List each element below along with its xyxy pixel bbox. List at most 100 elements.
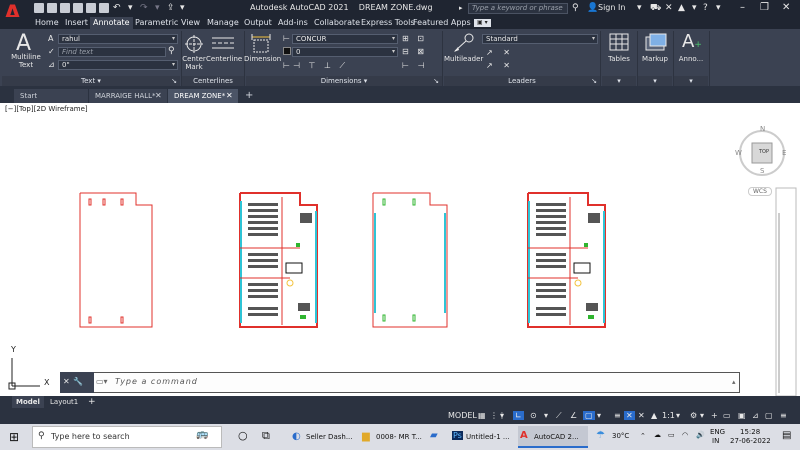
doc-tab-start[interactable]: Start <box>14 89 88 103</box>
clock-date[interactable]: 27-06-2022 <box>730 437 771 445</box>
doc-tab-close-icon[interactable]: ✕ <box>226 89 233 103</box>
help-dropdown-icon[interactable]: ▾ <box>716 3 721 13</box>
dimension-icon[interactable] <box>250 34 272 54</box>
text-style-select[interactable]: rahul ▾ <box>58 34 178 44</box>
object-snap-icon[interactable]: ▢ <box>583 411 595 420</box>
leader-style-select[interactable]: Standard ▾ <box>482 34 598 44</box>
notifications-icon[interactable]: ▤ <box>782 430 791 441</box>
tab-output[interactable]: Output <box>241 17 275 29</box>
windows-start-icon[interactable]: ⊞ <box>9 430 19 444</box>
cortana-icon[interactable]: ○ <box>238 429 248 442</box>
annotation-visibility-icon[interactable]: ✕ <box>624 411 635 420</box>
snap-dropdown-icon[interactable]: ▾ <box>500 411 504 420</box>
minimize-icon[interactable]: – <box>740 2 745 13</box>
dim-tools-right2-icon[interactable]: ⊟ ⊠ <box>402 47 427 56</box>
multileader-icon[interactable] <box>452 33 474 53</box>
save-as-icon[interactable] <box>73 3 83 13</box>
taskbar-app-pinned-icon[interactable]: ▰ <box>430 430 438 441</box>
search-icon[interactable]: ⚲ <box>572 3 579 13</box>
auto-scale-icon[interactable]: ✕ <box>638 411 645 420</box>
new-tab-icon[interactable]: + <box>245 89 253 103</box>
customize-command-icon[interactable]: 🔧 <box>73 377 83 386</box>
new-file-icon[interactable] <box>34 3 44 13</box>
units-icon[interactable]: ▭ <box>723 411 731 420</box>
workspace-icon[interactable]: ⚙ <box>690 411 697 420</box>
center-mark-label[interactable]: Center <box>181 55 207 63</box>
taskbar-app-explorer[interactable]: 0008- MR T... <box>360 426 428 448</box>
search-highlight-icon[interactable]: 🚌 <box>196 429 208 440</box>
text-angle-input[interactable]: 0" ▾ <box>58 60 178 70</box>
annotation-scaling-label[interactable]: Anno... <box>674 55 708 63</box>
dim-tools-right3-icon[interactable]: ⊢ ⊣ <box>402 61 427 70</box>
dimensions-panel-label[interactable]: Dimensions ▾ ↘ <box>246 76 442 86</box>
lock-ui-icon[interactable]: ⊿ <box>752 411 759 420</box>
object-snap-dropdown-icon[interactable]: ▾ <box>597 411 601 420</box>
grid-icon[interactable]: ▦ <box>478 411 486 420</box>
quick-properties-icon[interactable]: ▣ <box>738 411 746 420</box>
dimensions-panel-launcher-icon[interactable]: ↘ <box>433 76 439 86</box>
tab-collaborate[interactable]: Collaborate <box>311 17 363 29</box>
task-view-icon[interactable]: ⧉ <box>262 429 270 443</box>
center-mark-label-2[interactable]: Mark <box>181 63 207 71</box>
temperature[interactable]: 30°C <box>612 432 629 440</box>
tab-manage[interactable]: Manage <box>204 17 242 29</box>
share-icon[interactable]: ⇪ <box>167 3 175 13</box>
annotation-panel-dropdown[interactable]: ▾ <box>674 76 708 86</box>
isodraft-icon[interactable]: ⟋ <box>556 411 562 421</box>
cart-icon[interactable]: ⛟ <box>650 3 661 13</box>
close-command-icon[interactable]: ✕ <box>63 377 70 386</box>
show-hidden-icons-icon[interactable]: ⌃ <box>640 432 646 440</box>
multileader-label[interactable]: Multileader <box>444 55 483 63</box>
annotation-scaling-icon[interactable]: A+ <box>682 31 702 52</box>
sign-in-button[interactable]: Sign In <box>598 3 625 12</box>
markup-panel-dropdown[interactable]: ▾ <box>638 76 672 86</box>
leaders-panel-label[interactable]: Leaders ↘ <box>444 76 600 86</box>
center-mark-icon[interactable] <box>184 34 204 54</box>
annotation-scale-dropdown-icon[interactable]: ▾ <box>676 411 680 420</box>
polar-dropdown-icon[interactable]: ▾ <box>544 411 548 420</box>
multiline-text-label[interactable]: Multiline <box>6 53 46 61</box>
centerline-icon[interactable] <box>212 35 234 51</box>
leader-tools-icon[interactable]: ↗ ✕ <box>486 48 514 57</box>
undo-dropdown-icon[interactable]: ▾ <box>128 3 133 13</box>
tab-parametric[interactable]: Parametric <box>132 17 181 29</box>
ribbon-minimize-icon[interactable]: ▣ ▾ <box>474 19 491 27</box>
viewcube-north-label[interactable]: N <box>760 125 765 133</box>
tab-insert[interactable]: Insert <box>62 17 91 29</box>
model-space-button[interactable]: MODEL <box>448 411 477 420</box>
viewcube-south-label[interactable]: S <box>760 167 764 175</box>
help-icon[interactable]: ? <box>703 3 708 13</box>
tab-model[interactable]: Model <box>12 396 44 408</box>
wifi-icon[interactable]: ◠ <box>682 431 688 439</box>
language-indicator[interactable]: ENG <box>710 428 725 436</box>
leader-tools2-icon[interactable]: ↗ ✕ <box>486 61 514 70</box>
wcs-menu[interactable]: WCS <box>748 187 772 196</box>
volume-icon[interactable]: 🔊 <box>696 431 705 439</box>
text-panel-launcher-icon[interactable]: ↘ <box>171 76 177 86</box>
tab-home[interactable]: Home <box>32 17 62 29</box>
annotation-scale-value[interactable]: 1:1 <box>662 411 675 420</box>
dim-style-select[interactable]: CONCUR ▾ <box>292 34 398 44</box>
tab-express-tools[interactable]: Express Tools <box>358 17 418 29</box>
command-history-icon[interactable]: ▴ <box>732 378 736 386</box>
markup-label[interactable]: Markup <box>638 55 672 63</box>
customization-icon[interactable]: ≡ <box>780 411 787 420</box>
language-region[interactable]: IN <box>712 437 719 445</box>
open-file-icon[interactable] <box>47 3 57 13</box>
annotation-scale-icon[interactable]: ▲ <box>651 411 657 420</box>
keyword-search-input[interactable]: Type a keyword or phrase <box>468 3 568 14</box>
object-snap-tracking-icon[interactable]: ∠ <box>570 411 577 420</box>
clean-screen-icon[interactable]: ▢ <box>765 411 773 420</box>
recent-commands-icon[interactable]: ▭▾ <box>96 377 108 386</box>
text-panel-label[interactable]: Text ▾ ↘ <box>2 76 180 86</box>
find-text-input[interactable]: Find text <box>58 47 166 57</box>
annotation-monitor-icon[interactable]: + <box>711 411 718 420</box>
save-icon[interactable] <box>60 3 70 13</box>
viewcube-west-label[interactable]: W <box>735 149 742 157</box>
dimension-label[interactable]: Dimension <box>244 55 281 63</box>
centerline-label[interactable]: Centerline <box>206 55 242 63</box>
sign-in-dropdown-icon[interactable]: ▾ <box>637 3 642 13</box>
tab-featured-apps[interactable]: Featured Apps <box>410 17 474 29</box>
dim-layer-select[interactable]: 0 ▾ <box>292 47 398 57</box>
markup-icon[interactable] <box>645 33 667 51</box>
